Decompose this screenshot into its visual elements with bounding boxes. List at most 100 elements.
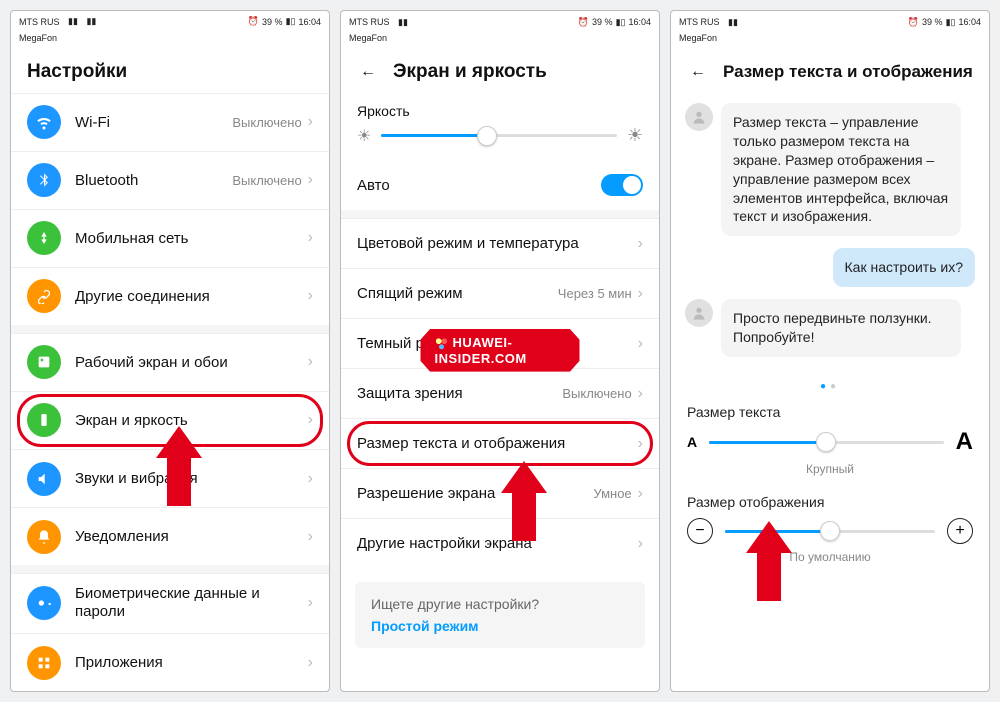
chat-preview: Размер текста – управление только размер… [671, 93, 989, 379]
header: ← Экран и яркость [341, 47, 659, 93]
row-label: Размер текста и отображения [357, 435, 638, 452]
chevron-right-icon: › [308, 171, 313, 189]
statusbar-sub: MegaFon [671, 33, 989, 47]
row-wifi[interactable]: Wi-Fi Выключено › [11, 93, 329, 151]
row-label: Биометрические данные и пароли [75, 585, 308, 621]
display-size-slider[interactable] [725, 530, 935, 533]
row-other-display[interactable]: Другие настройки экрана › [341, 518, 659, 568]
phone-text-size: MTS RUS ▮▮ ⏰39 %▮▯16:04 MegaFon ← Размер… [670, 10, 990, 692]
text-size-caption: Крупный [671, 460, 989, 490]
hint-box: Ищете другие настройки? Простой режим [355, 582, 645, 648]
bluetooth-icon [27, 163, 61, 197]
carrier-sub: MegaFon [679, 33, 717, 43]
bell-icon [27, 520, 61, 554]
row-sounds[interactable]: Звуки и вибрация › [11, 449, 329, 507]
chevron-right-icon: › [308, 411, 313, 429]
header: Настройки [11, 47, 329, 93]
chevron-right-icon: › [638, 435, 643, 453]
chevron-right-icon: › [638, 385, 643, 403]
row-label: Экран и яркость [75, 412, 308, 429]
message-in: Просто передвиньте ползунки. Попробуйте! [685, 299, 975, 357]
row-label: Защита зрения [357, 385, 562, 402]
row-value: Через 5 мин [558, 286, 632, 301]
row-color-mode[interactable]: Цветовой режим и температура › [341, 218, 659, 268]
row-other-connections[interactable]: Другие соединения › [11, 267, 329, 325]
phone-settings: MTS RUS ▮▮ ▮▮ ⏰39 %▮▯16:04 MegaFon Настр… [10, 10, 330, 692]
battery-icon: ▮▯ [286, 16, 296, 27]
plus-button[interactable]: + [947, 518, 973, 544]
statusbar-sub: MegaFon [11, 33, 329, 47]
chevron-right-icon: › [638, 335, 643, 353]
row-auto-brightness[interactable]: Авто [341, 160, 659, 210]
row-label: Спящий режим [357, 285, 558, 302]
battery-icon: ▮▯ [616, 17, 626, 28]
sun-low-icon: ☀ [357, 126, 371, 146]
row-sleep[interactable]: Спящий режим Через 5 мин › [341, 268, 659, 318]
statusbar: MTS RUS ▮▮ ▮▮ ⏰39 %▮▯16:04 [11, 11, 329, 33]
statusbar: MTS RUS ▮▮ ⏰39 %▮▯16:04 [341, 11, 659, 33]
back-button[interactable]: ← [687, 61, 709, 83]
row-display-brightness[interactable]: Экран и яркость › [11, 391, 329, 449]
row-biometrics[interactable]: Биометрические данные и пароли › [11, 573, 329, 633]
row-value: Выключено [232, 173, 301, 188]
battery-icon: ▮▯ [946, 17, 956, 28]
clock: 16:04 [628, 17, 651, 27]
key-icon [27, 586, 61, 620]
text-size-slider[interactable] [709, 441, 944, 444]
chevron-right-icon: › [638, 285, 643, 303]
carrier: MTS RUS [679, 17, 720, 27]
row-label: Bluetooth [75, 172, 232, 189]
page-title: Настройки [27, 61, 127, 83]
row-apps[interactable]: Приложения › [11, 633, 329, 691]
sound-icon [27, 462, 61, 496]
display-size-caption: По умолчанию [671, 548, 989, 578]
row-label: Авто [357, 177, 601, 194]
toggle-auto[interactable] [601, 174, 643, 196]
row-mobile-network[interactable]: Мобильная сеть › [11, 209, 329, 267]
message-bubble: Как настроить их? [833, 248, 975, 287]
section-divider [11, 325, 329, 333]
watermark-text: HUAWEI-INSIDER.COM [435, 335, 527, 366]
watermark: HUAWEI-INSIDER.COM [421, 329, 580, 372]
signal-icon: ▮▮ [728, 17, 738, 28]
row-label: Рабочий экран и обои [75, 354, 308, 371]
row-text-display-size[interactable]: Размер текста и отображения › [341, 418, 659, 468]
chevron-right-icon: › [638, 485, 643, 503]
row-value: Выключено [562, 386, 631, 401]
mobile-icon [27, 221, 61, 255]
row-resolution[interactable]: Разрешение экрана Умное › [341, 468, 659, 518]
row-label: Уведомления [75, 528, 308, 545]
brightness-slider-row: ☀ ☀ [341, 125, 659, 160]
hint-question: Ищете другие настройки? [371, 596, 629, 612]
row-value: Умное [593, 486, 631, 501]
signal-icon: ▮▮ [86, 16, 96, 27]
minus-button[interactable]: − [687, 518, 713, 544]
section-divider [341, 210, 659, 218]
alarm-icon: ⏰ [248, 16, 259, 27]
display-size-label: Размер отображения [671, 490, 989, 518]
row-label: Приложения [75, 654, 308, 671]
chevron-right-icon: › [638, 235, 643, 253]
message-bubble: Размер текста – управление только размер… [721, 103, 961, 236]
chevron-right-icon: › [638, 535, 643, 553]
statusbar-sub: MegaFon [341, 33, 659, 47]
page-title: Размер текста и отображения [723, 62, 973, 82]
message-bubble: Просто передвиньте ползунки. Попробуйте! [721, 299, 961, 357]
battery-pct: 39 % [262, 17, 283, 27]
chevron-right-icon: › [308, 594, 313, 612]
row-label: Wi-Fi [75, 114, 232, 131]
chevron-right-icon: › [308, 229, 313, 247]
row-label: Звуки и вибрация [75, 470, 308, 487]
row-wallpaper[interactable]: Рабочий экран и обои › [11, 333, 329, 391]
row-notifications[interactable]: Уведомления › [11, 507, 329, 565]
hint-link[interactable]: Простой режим [371, 618, 629, 634]
brightness-slider[interactable] [381, 134, 617, 137]
row-bluetooth[interactable]: Bluetooth Выключено › [11, 151, 329, 209]
back-button[interactable]: ← [357, 61, 379, 83]
sun-high-icon: ☀ [627, 125, 643, 146]
row-eye-comfort[interactable]: Защита зрения Выключено › [341, 368, 659, 418]
display-icon [27, 403, 61, 437]
brightness-label: Яркость [341, 93, 659, 125]
alarm-icon: ⏰ [578, 17, 589, 28]
statusbar: MTS RUS ▮▮ ⏰39 %▮▯16:04 [671, 11, 989, 33]
